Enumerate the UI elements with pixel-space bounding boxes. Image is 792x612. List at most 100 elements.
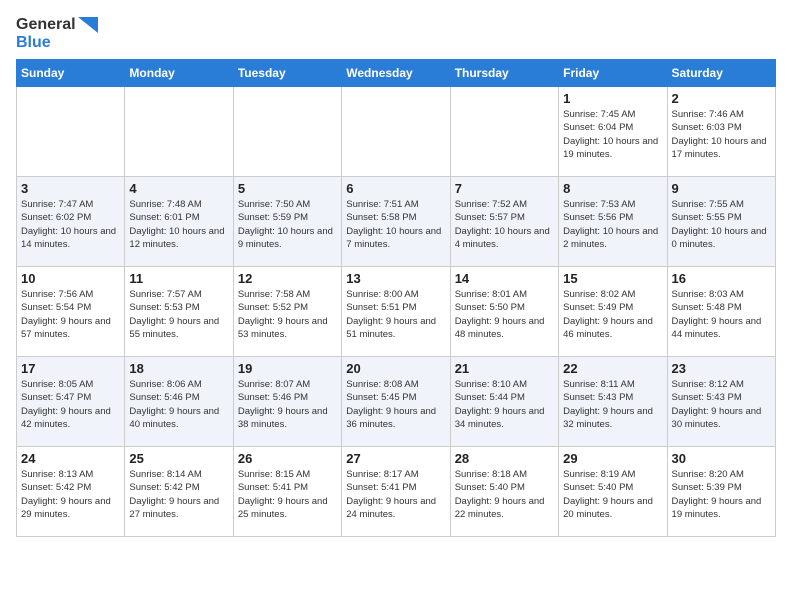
- calendar-cell: [450, 87, 558, 177]
- day-number: 2: [672, 91, 771, 106]
- calendar-cell: 3 Sunrise: 7:47 AM Sunset: 6:02 PM Daylig…: [17, 177, 125, 267]
- calendar-cell: 11 Sunrise: 7:57 AM Sunset: 5:53 PM Dayli…: [125, 267, 233, 357]
- calendar-table: SundayMondayTuesdayWednesdayThursdayFrid…: [16, 59, 776, 537]
- day-number: 28: [455, 451, 554, 466]
- day-number: 24: [21, 451, 120, 466]
- day-info: Sunrise: 8:05 AM Sunset: 5:47 PM Dayligh…: [21, 378, 120, 431]
- calendar-cell: 2Sunrise: 7:46 AM Sunset: 6:03 PM Daylig…: [667, 87, 775, 177]
- calendar-cell: 9 Sunrise: 7:55 AM Sunset: 5:55 PM Daylig…: [667, 177, 775, 267]
- calendar-cell: 26Sunrise: 8:15 AM Sunset: 5:41 PM Dayli…: [233, 447, 341, 537]
- day-number: 25: [129, 451, 228, 466]
- day-number: 1: [563, 91, 662, 106]
- logo-text: General Blue: [16, 16, 98, 51]
- calendar-cell: 14 Sunrise: 8:01 AM Sunset: 5:50 PM Dayli…: [450, 267, 558, 357]
- day-info: Sunrise: 8:14 AM Sunset: 5:42 PM Dayligh…: [129, 468, 228, 521]
- weekday-header: Tuesday: [233, 60, 341, 87]
- calendar-cell: [17, 87, 125, 177]
- day-info: Sunrise: 7:56 AM Sunset: 5:54 PM Dayligh…: [21, 288, 120, 341]
- day-number: 3: [21, 181, 120, 196]
- day-info: Sunrise: 8:08 AM Sunset: 5:45 PM Dayligh…: [346, 378, 445, 431]
- calendar-cell: 16 Sunrise: 8:03 AM Sunset: 5:48 PM Dayli…: [667, 267, 775, 357]
- logo-general: General: [16, 16, 76, 34]
- calendar-cell: 25 Sunrise: 8:14 AM Sunset: 5:42 PM Dayli…: [125, 447, 233, 537]
- calendar-cell: 4Sunrise: 7:48 AM Sunset: 6:01 PM Daylig…: [125, 177, 233, 267]
- day-info: Sunrise: 8:13 AM Sunset: 5:42 PM Dayligh…: [21, 468, 120, 521]
- day-number: 11: [129, 271, 228, 286]
- day-info: Sunrise: 8:12 AM Sunset: 5:43 PM Dayligh…: [672, 378, 771, 431]
- day-number: 12: [238, 271, 337, 286]
- calendar-cell: 20 Sunrise: 8:08 AM Sunset: 5:45 PM Dayli…: [342, 357, 450, 447]
- calendar-cell: [125, 87, 233, 177]
- logo-blue: Blue: [16, 34, 98, 52]
- calendar-cell: 21 Sunrise: 8:10 AM Sunset: 5:44 PM Dayli…: [450, 357, 558, 447]
- calendar-cell: [233, 87, 341, 177]
- weekday-header: Monday: [125, 60, 233, 87]
- day-number: 18: [129, 361, 228, 376]
- weekday-header: Friday: [559, 60, 667, 87]
- day-number: 22: [563, 361, 662, 376]
- day-number: 21: [455, 361, 554, 376]
- calendar-cell: 17 Sunrise: 8:05 AM Sunset: 5:47 PM Dayli…: [17, 357, 125, 447]
- calendar-cell: 29Sunrise: 8:19 AM Sunset: 5:40 PM Dayli…: [559, 447, 667, 537]
- day-number: 10: [21, 271, 120, 286]
- day-number: 5: [238, 181, 337, 196]
- day-info: Sunrise: 7:50 AM Sunset: 5:59 PM Dayligh…: [238, 198, 337, 251]
- weekday-header: Saturday: [667, 60, 775, 87]
- logo: General Blue: [16, 16, 98, 51]
- day-number: 23: [672, 361, 771, 376]
- day-number: 9: [672, 181, 771, 196]
- calendar-cell: 28 Sunrise: 8:18 AM Sunset: 5:40 PM Dayli…: [450, 447, 558, 537]
- day-info: Sunrise: 8:11 AM Sunset: 5:43 PM Dayligh…: [563, 378, 662, 431]
- calendar-cell: 6 Sunrise: 7:51 AM Sunset: 5:58 PM Daylig…: [342, 177, 450, 267]
- day-info: Sunrise: 7:58 AM Sunset: 5:52 PM Dayligh…: [238, 288, 337, 341]
- day-number: 16: [672, 271, 771, 286]
- calendar-cell: 27Sunrise: 8:17 AM Sunset: 5:41 PM Dayli…: [342, 447, 450, 537]
- page-header: General Blue: [16, 16, 776, 51]
- day-info: Sunrise: 8:18 AM Sunset: 5:40 PM Dayligh…: [455, 468, 554, 521]
- day-info: Sunrise: 7:52 AM Sunset: 5:57 PM Dayligh…: [455, 198, 554, 251]
- day-info: Sunrise: 8:07 AM Sunset: 5:46 PM Dayligh…: [238, 378, 337, 431]
- day-info: Sunrise: 7:45 AM Sunset: 6:04 PM Dayligh…: [563, 108, 662, 161]
- calendar-cell: 18 Sunrise: 8:06 AM Sunset: 5:46 PM Dayli…: [125, 357, 233, 447]
- calendar-cell: 1 Sunrise: 7:45 AM Sunset: 6:04 PM Daylig…: [559, 87, 667, 177]
- day-info: Sunrise: 7:57 AM Sunset: 5:53 PM Dayligh…: [129, 288, 228, 341]
- calendar-cell: 22 Sunrise: 8:11 AM Sunset: 5:43 PM Dayli…: [559, 357, 667, 447]
- day-info: Sunrise: 8:02 AM Sunset: 5:49 PM Dayligh…: [563, 288, 662, 341]
- calendar-cell: 30Sunrise: 8:20 AM Sunset: 5:39 PM Dayli…: [667, 447, 775, 537]
- day-number: 15: [563, 271, 662, 286]
- day-number: 20: [346, 361, 445, 376]
- weekday-header: Sunday: [17, 60, 125, 87]
- day-info: Sunrise: 7:48 AM Sunset: 6:01 PM Dayligh…: [129, 198, 228, 251]
- calendar-cell: 12 Sunrise: 7:58 AM Sunset: 5:52 PM Dayli…: [233, 267, 341, 357]
- day-number: 7: [455, 181, 554, 196]
- weekday-header: Thursday: [450, 60, 558, 87]
- day-number: 19: [238, 361, 337, 376]
- logo-arrow-icon: [78, 17, 98, 33]
- day-number: 26: [238, 451, 337, 466]
- day-info: Sunrise: 7:47 AM Sunset: 6:02 PM Dayligh…: [21, 198, 120, 251]
- day-info: Sunrise: 8:06 AM Sunset: 5:46 PM Dayligh…: [129, 378, 228, 431]
- calendar-cell: 8 Sunrise: 7:53 AM Sunset: 5:56 PM Daylig…: [559, 177, 667, 267]
- day-info: Sunrise: 7:53 AM Sunset: 5:56 PM Dayligh…: [563, 198, 662, 251]
- calendar-cell: 13Sunrise: 8:00 AM Sunset: 5:51 PM Dayli…: [342, 267, 450, 357]
- calendar-cell: 5 Sunrise: 7:50 AM Sunset: 5:59 PM Daylig…: [233, 177, 341, 267]
- calendar-cell: [342, 87, 450, 177]
- day-number: 6: [346, 181, 445, 196]
- day-info: Sunrise: 8:03 AM Sunset: 5:48 PM Dayligh…: [672, 288, 771, 341]
- day-number: 27: [346, 451, 445, 466]
- calendar-cell: 23 Sunrise: 8:12 AM Sunset: 5:43 PM Dayli…: [667, 357, 775, 447]
- day-info: Sunrise: 8:00 AM Sunset: 5:51 PM Dayligh…: [346, 288, 445, 341]
- day-info: Sunrise: 8:10 AM Sunset: 5:44 PM Dayligh…: [455, 378, 554, 431]
- day-info: Sunrise: 7:51 AM Sunset: 5:58 PM Dayligh…: [346, 198, 445, 251]
- day-info: Sunrise: 8:01 AM Sunset: 5:50 PM Dayligh…: [455, 288, 554, 341]
- day-number: 14: [455, 271, 554, 286]
- calendar-cell: 24 Sunrise: 8:13 AM Sunset: 5:42 PM Dayli…: [17, 447, 125, 537]
- calendar-cell: 15 Sunrise: 8:02 AM Sunset: 5:49 PM Dayli…: [559, 267, 667, 357]
- day-number: 30: [672, 451, 771, 466]
- calendar-cell: 10 Sunrise: 7:56 AM Sunset: 5:54 PM Dayli…: [17, 267, 125, 357]
- calendar-cell: 19 Sunrise: 8:07 AM Sunset: 5:46 PM Dayli…: [233, 357, 341, 447]
- day-number: 8: [563, 181, 662, 196]
- calendar-cell: 7 Sunrise: 7:52 AM Sunset: 5:57 PM Daylig…: [450, 177, 558, 267]
- day-number: 17: [21, 361, 120, 376]
- day-info: Sunrise: 7:55 AM Sunset: 5:55 PM Dayligh…: [672, 198, 771, 251]
